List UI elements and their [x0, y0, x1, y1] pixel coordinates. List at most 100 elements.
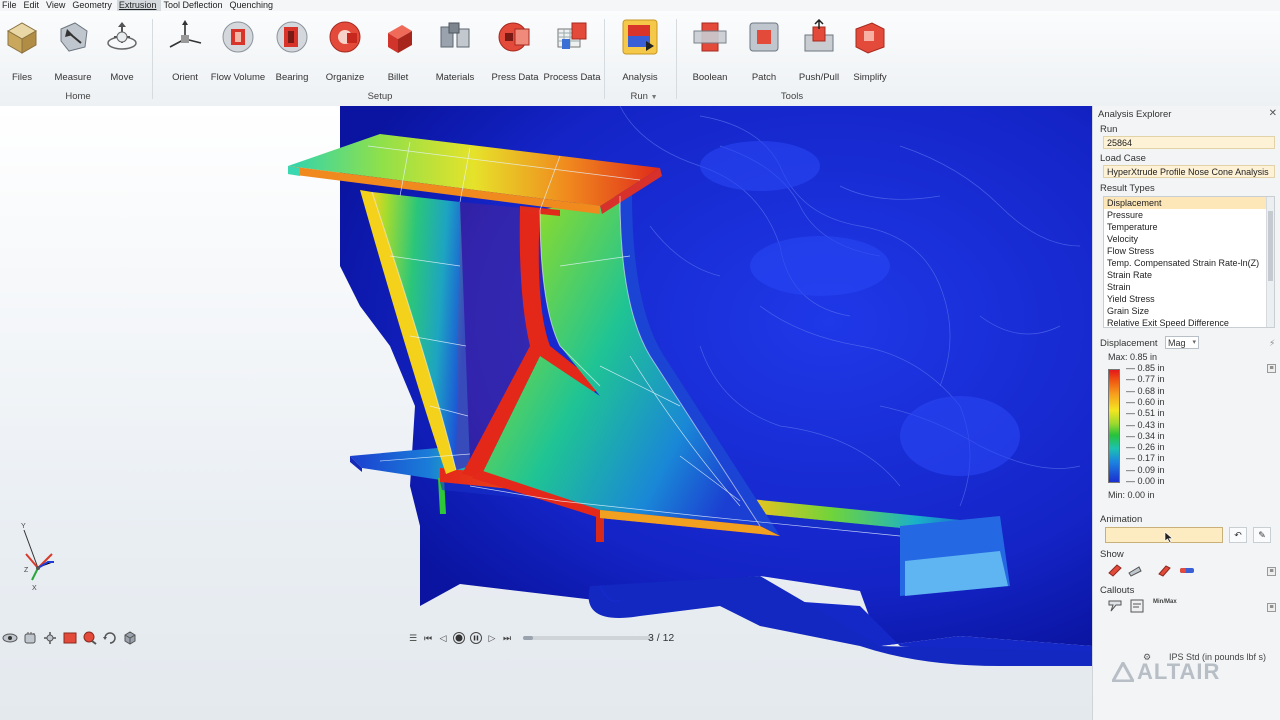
component-select[interactable]: Mag ▾	[1165, 336, 1199, 349]
legend-max: Max: 0.85 in	[1108, 352, 1158, 362]
group-setup: Setup	[367, 91, 393, 102]
analysis-icon	[622, 19, 658, 55]
boolean-button[interactable]: Boolean	[680, 19, 740, 89]
patch-button[interactable]: Patch	[734, 19, 794, 89]
list-scrollbar[interactable]	[1266, 197, 1274, 327]
callouts-menu-icon[interactable]: ≡	[1267, 603, 1276, 612]
pause-icon[interactable]	[470, 632, 482, 644]
scrollbar-thumb[interactable]	[1268, 211, 1273, 281]
previous-frame-icon[interactable]: ◁	[438, 633, 448, 643]
playlist-menu-icon[interactable]: ☰	[408, 633, 418, 643]
next-frame-icon[interactable]: ▷	[487, 633, 497, 643]
run-field[interactable]: 25864	[1103, 136, 1275, 149]
result-type-item[interactable]: Pressure	[1104, 209, 1274, 221]
menu-quenching[interactable]: Quenching	[227, 0, 278, 11]
menu-file[interactable]: File	[0, 0, 22, 11]
view-eye-icon[interactable]	[2, 631, 18, 645]
menu-geometry[interactable]: Geometry	[70, 0, 117, 11]
show-contour-icon[interactable]	[1157, 563, 1173, 577]
view-box-zoom-icon[interactable]	[62, 631, 78, 645]
group-tools: Tools	[780, 91, 804, 102]
last-frame-icon[interactable]: ⏭	[502, 633, 512, 643]
close-icon[interactable]: ✕	[1269, 108, 1277, 119]
result-type-item[interactable]: Temperature	[1104, 221, 1274, 233]
move-button[interactable]: Move	[92, 19, 152, 89]
result-type-item[interactable]: Relative Exit Speed Difference	[1104, 317, 1274, 329]
billet-icon	[388, 25, 412, 53]
show-undeformed-icon[interactable]	[1127, 563, 1143, 577]
legend-value: — 0.60 in	[1126, 396, 1165, 407]
menu-extrusion[interactable]: Extrusion	[116, 0, 162, 11]
result-types-list[interactable]: Displacement Pressure Temperature Veloci…	[1103, 196, 1275, 328]
bearing-button[interactable]: Bearing	[262, 19, 322, 89]
callout-label-icon[interactable]	[1129, 599, 1145, 613]
callouts-label: Callouts	[1100, 585, 1135, 596]
result-type-item[interactable]: Strain	[1104, 281, 1274, 293]
analysis-button[interactable]: Analysis	[610, 19, 670, 89]
callout-minmax-icon[interactable]: Min/Max	[1153, 599, 1177, 605]
view-cube-icon[interactable]	[122, 631, 138, 645]
legend-value: — 0.26 in	[1126, 442, 1165, 453]
record-icon[interactable]	[453, 632, 465, 644]
chevron-down-icon: ▾	[1192, 339, 1196, 346]
axis-triad[interactable]: Y Z X	[18, 518, 64, 592]
ribbon-separator	[676, 19, 677, 99]
result-type-item[interactable]: Temp. Compensated Strain Rate-ln(Z)	[1104, 257, 1274, 269]
triad-z-label: Z	[24, 567, 29, 574]
view-zoom-icon[interactable]	[82, 631, 98, 645]
pin-icon[interactable]: ⚡	[1269, 338, 1275, 349]
billet-button[interactable]: Billet	[368, 19, 428, 89]
result-type-item[interactable]: Strain Rate	[1104, 269, 1274, 281]
ribbon-separator	[152, 19, 153, 99]
legend-value: — 0.43 in	[1126, 419, 1165, 430]
frame-slider[interactable]	[523, 636, 653, 640]
view-rotate-icon[interactable]	[102, 631, 118, 645]
result-type-item[interactable]: Yield Stress	[1104, 293, 1274, 305]
cursor-icon	[1164, 531, 1174, 543]
frame-slider-fill	[523, 636, 534, 640]
group-run[interactable]: Run ▼	[624, 91, 664, 102]
orient-button[interactable]: Orient	[155, 19, 215, 89]
process-data-button[interactable]: Process Data	[542, 19, 602, 89]
model-viewport[interactable]: Y Z X	[0, 106, 1092, 720]
simplify-icon	[855, 22, 885, 54]
press-data-button[interactable]: Press Data	[485, 19, 545, 89]
menu-view[interactable]: View	[44, 0, 70, 11]
result-type-item[interactable]: Grain Size	[1104, 305, 1274, 317]
materials-button[interactable]: Materials	[425, 19, 485, 89]
result-type-item[interactable]: Velocity	[1104, 233, 1274, 245]
menu-tool-deflection[interactable]: Tool Deflection	[161, 0, 227, 11]
load-case-field[interactable]: HyperXtrude Profile Nose Cone Analysis	[1103, 165, 1275, 178]
orient-icon	[169, 20, 202, 48]
callout-probe-icon[interactable]	[1107, 599, 1123, 613]
animation-button[interactable]	[1105, 527, 1223, 543]
triad-x-label: X	[32, 585, 37, 592]
show-legend-icon[interactable]	[1179, 563, 1195, 577]
result-type-item[interactable]: Flow Stress	[1104, 245, 1274, 257]
extrusion-model-render	[288, 106, 1092, 666]
show-menu-icon[interactable]: ≡	[1267, 567, 1276, 576]
view-pan-icon[interactable]	[42, 631, 58, 645]
run-label: Run	[1100, 124, 1118, 135]
flow-volume-button[interactable]: Flow Volume	[208, 19, 268, 89]
animation-label: Animation	[1100, 514, 1143, 525]
bearing-icon	[276, 21, 308, 53]
legend-value: — 0.77 in	[1126, 374, 1165, 385]
analysis-explorer-panel: Analysis Explorer ✕ Run 25864 Load Case …	[1092, 106, 1280, 720]
legend-menu-icon[interactable]: ≡	[1267, 364, 1276, 373]
organize-button[interactable]: Organize	[315, 19, 375, 89]
press-data-icon	[498, 22, 530, 52]
view-hand-icon[interactable]	[22, 631, 38, 645]
menu-edit[interactable]: Edit	[22, 0, 45, 11]
animation-settings-icon[interactable]: ↶	[1229, 527, 1247, 543]
animation-edit-icon[interactable]: ✎	[1253, 527, 1271, 543]
result-type-item[interactable]: Displacement	[1104, 197, 1274, 209]
files-icon	[6, 22, 38, 54]
simplify-button[interactable]: Simplify	[840, 19, 900, 89]
first-frame-icon[interactable]: ⏮	[423, 633, 433, 643]
legend-value: — 0.68 in	[1126, 385, 1165, 396]
legend-value: — 0.85 in	[1126, 363, 1165, 373]
ribbon-separator	[604, 19, 605, 99]
move-icon	[107, 22, 137, 50]
show-deformed-icon[interactable]	[1107, 563, 1123, 577]
